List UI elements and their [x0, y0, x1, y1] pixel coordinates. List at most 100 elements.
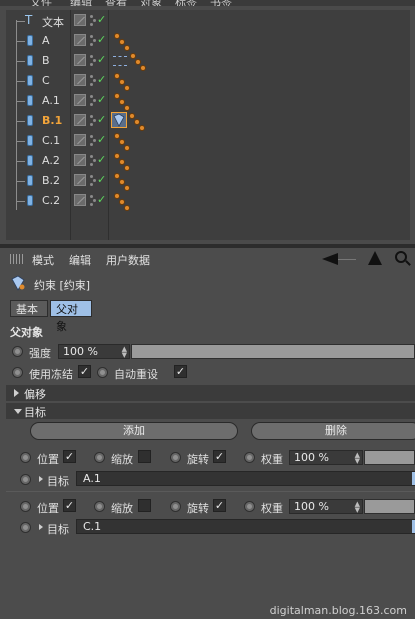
object-row-b[interactable]: B ✓: [6, 51, 410, 71]
target-link-field[interactable]: A.1: [76, 471, 415, 486]
object-name-selected[interactable]: B.1: [42, 114, 62, 127]
object-row-a1[interactable]: A.1 ✓: [6, 91, 410, 111]
back-arrow-icon[interactable]: [322, 253, 338, 265]
enabled-check[interactable]: ✓: [97, 113, 106, 126]
auto-reset-checkbox[interactable]: ✓: [174, 365, 187, 378]
enabled-check[interactable]: ✓: [97, 193, 106, 206]
object-row-b1[interactable]: B.1 ✓: [6, 111, 410, 131]
menu-tags[interactable]: 标签: [175, 0, 197, 6]
visibility-dots[interactable]: [90, 74, 96, 87]
scale-checkbox[interactable]: [138, 450, 151, 463]
strength-animate-radio[interactable]: [12, 346, 23, 357]
layer-toggle[interactable]: [74, 34, 86, 46]
tab-basic[interactable]: 基本: [10, 300, 48, 317]
object-row-a[interactable]: A ✓: [6, 31, 410, 51]
delete-button[interactable]: 删除: [251, 422, 415, 440]
search-icon[interactable]: [395, 251, 407, 263]
object-name[interactable]: C.1: [42, 134, 60, 147]
object-row-text[interactable]: T 文本 ✓: [6, 11, 410, 31]
position-checkbox[interactable]: ✓: [63, 499, 76, 512]
object-name[interactable]: A: [42, 34, 50, 47]
use-freeze-checkbox[interactable]: ✓: [78, 365, 91, 378]
visibility-dots[interactable]: [90, 114, 96, 127]
position-animate-radio[interactable]: [20, 501, 31, 512]
layer-toggle[interactable]: [74, 194, 86, 206]
visibility-dots[interactable]: [90, 14, 96, 27]
menu-edit[interactable]: 编辑: [70, 0, 92, 6]
rotation-checkbox[interactable]: ✓: [213, 499, 226, 512]
object-name[interactable]: A.2: [42, 154, 60, 167]
grip-handle-icon[interactable]: [10, 254, 24, 264]
menu-mode[interactable]: 模式: [32, 252, 54, 268]
visibility-dots[interactable]: [90, 194, 96, 207]
object-row-c[interactable]: C ✓: [6, 71, 410, 91]
targets-group-header[interactable]: 目标: [6, 403, 415, 419]
rotation-animate-radio[interactable]: [170, 452, 181, 463]
layer-toggle[interactable]: [74, 14, 86, 26]
visibility-dots[interactable]: [90, 54, 96, 67]
auto-reset-animate-radio[interactable]: [97, 367, 108, 378]
layer-toggle[interactable]: [74, 114, 86, 126]
object-list[interactable]: T 文本 ✓ A ✓ B ✓ C ✓ A.1 ✓ B.1 ✓ C.1 ✓ A.2…: [6, 10, 410, 240]
object-name[interactable]: B.2: [42, 174, 60, 187]
menu-file[interactable]: 文件: [30, 0, 52, 6]
visibility-dots[interactable]: [90, 34, 96, 47]
position-checkbox[interactable]: ✓: [63, 450, 76, 463]
tab-parent[interactable]: 父对象: [50, 300, 92, 333]
add-button[interactable]: 添加: [30, 422, 238, 440]
up-arrow-icon[interactable]: [368, 251, 382, 265]
object-row-c2[interactable]: C.2 ✓: [6, 191, 410, 211]
rotation-animate-radio[interactable]: [170, 501, 181, 512]
strength-input[interactable]: 100 % ▲ ▼: [58, 344, 130, 359]
object-name[interactable]: A.1: [42, 94, 60, 107]
visibility-dots[interactable]: [90, 134, 96, 147]
rotation-checkbox[interactable]: ✓: [213, 450, 226, 463]
object-name[interactable]: 文本: [42, 14, 64, 30]
object-row-c1[interactable]: C.1 ✓: [6, 131, 410, 151]
enabled-check[interactable]: ✓: [97, 93, 106, 106]
object-row-b2[interactable]: B.2 ✓: [6, 171, 410, 191]
weight-slider[interactable]: [364, 450, 415, 465]
enabled-check[interactable]: ✓: [97, 13, 106, 26]
target-animate-radio[interactable]: [20, 474, 31, 485]
visibility-dots[interactable]: [90, 174, 96, 187]
weight-input[interactable]: 100 % ▲ ▼: [289, 499, 363, 514]
menu-view[interactable]: 查看: [105, 0, 127, 6]
target-link-field[interactable]: C.1: [76, 519, 415, 534]
weight-animate-radio[interactable]: [244, 452, 255, 463]
scale-checkbox[interactable]: [138, 499, 151, 512]
constraint-tag-selected-icon[interactable]: [111, 112, 127, 128]
weight-slider[interactable]: [364, 499, 415, 514]
object-name[interactable]: C: [42, 74, 50, 87]
menu-edit[interactable]: 编辑: [69, 252, 91, 268]
enabled-check[interactable]: ✓: [97, 133, 106, 146]
weight-input[interactable]: 100 % ▲ ▼: [289, 450, 363, 465]
object-row-a2[interactable]: A.2 ✓: [6, 151, 410, 171]
visibility-dots[interactable]: [90, 94, 96, 107]
menu-bookmarks[interactable]: 书签: [210, 0, 232, 6]
menu-object[interactable]: 对象: [140, 0, 162, 6]
use-freeze-animate-radio[interactable]: [12, 367, 23, 378]
expand-arrow-icon[interactable]: [39, 476, 43, 482]
target-animate-radio[interactable]: [20, 522, 31, 533]
strength-slider[interactable]: [131, 344, 415, 359]
object-name[interactable]: B: [42, 54, 50, 67]
layer-toggle[interactable]: [74, 174, 86, 186]
scale-animate-radio[interactable]: [94, 452, 105, 463]
layer-toggle[interactable]: [74, 74, 86, 86]
enabled-check[interactable]: ✓: [97, 33, 106, 46]
enabled-check[interactable]: ✓: [97, 153, 106, 166]
layer-toggle[interactable]: [74, 154, 86, 166]
offset-group-header[interactable]: 偏移: [6, 385, 415, 401]
weight-animate-radio[interactable]: [244, 501, 255, 512]
layer-toggle[interactable]: [74, 54, 86, 66]
layer-toggle[interactable]: [74, 134, 86, 146]
visibility-dots[interactable]: [90, 154, 96, 167]
enabled-check[interactable]: ✓: [97, 73, 106, 86]
enabled-check[interactable]: ✓: [97, 173, 106, 186]
menu-user-data[interactable]: 用户数据: [106, 252, 150, 268]
layer-toggle[interactable]: [74, 94, 86, 106]
expand-arrow-icon[interactable]: [39, 524, 43, 530]
position-animate-radio[interactable]: [20, 452, 31, 463]
object-name[interactable]: C.2: [42, 194, 60, 207]
